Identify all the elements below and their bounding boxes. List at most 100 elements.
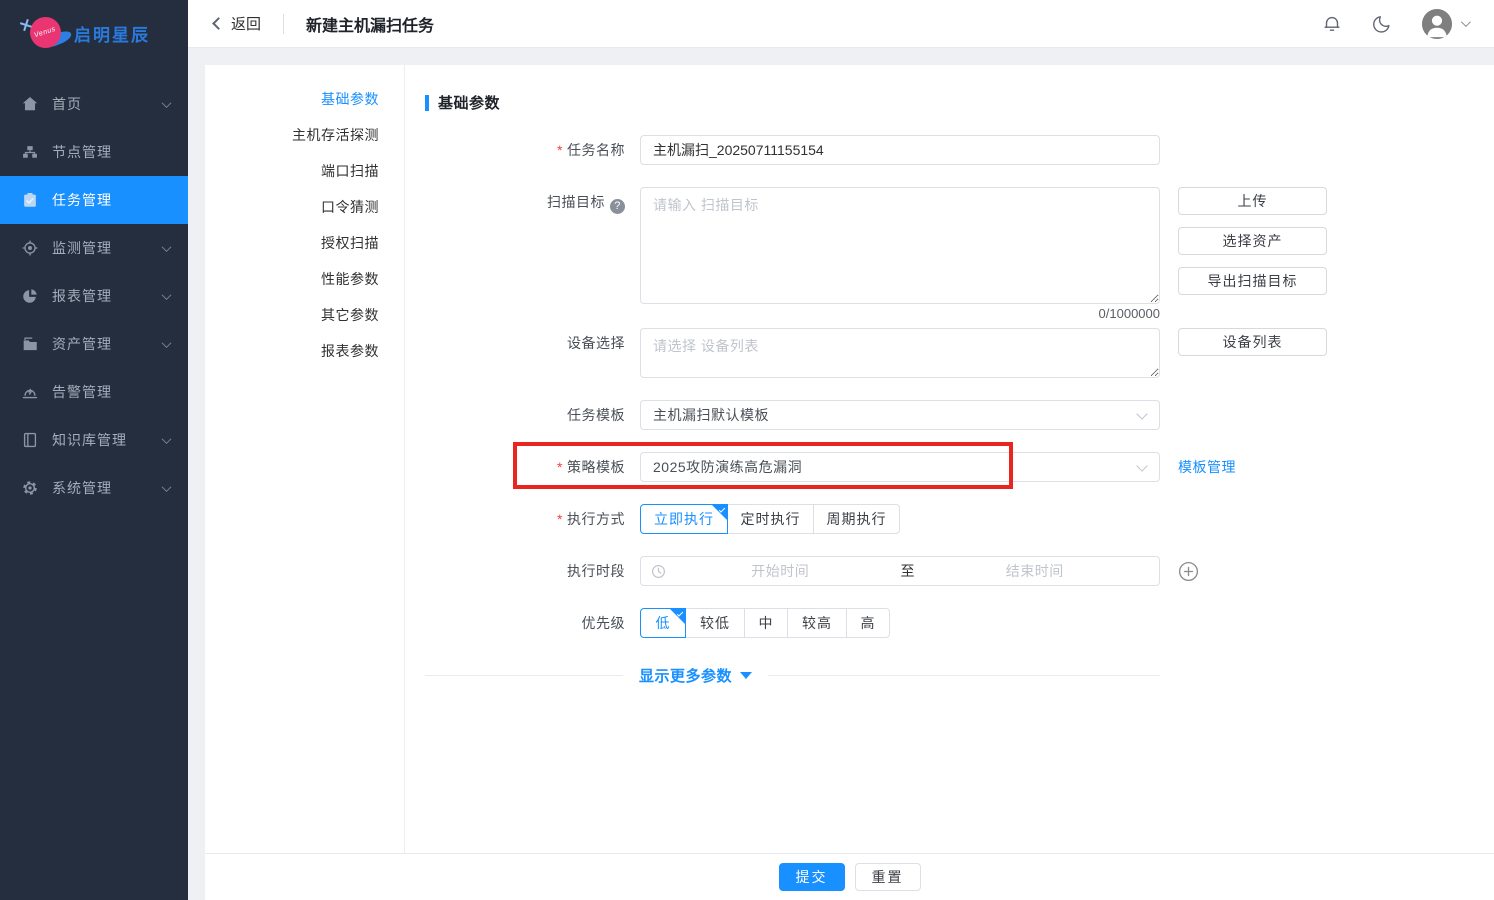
template-manage-link[interactable]: 模板管理 — [1178, 452, 1236, 482]
exec-mode-immediate[interactable]: 立即执行 — [640, 504, 728, 534]
chevron-down-icon — [162, 290, 172, 300]
sidebar-item-label: 监测管理 — [52, 238, 112, 258]
priority-high[interactable]: 高 — [846, 608, 890, 638]
sidebar-item-label: 报表管理 — [52, 286, 112, 306]
sidebar: Venus 启明星辰 首页 节点管理 任务管理 监测管 — [0, 0, 188, 900]
topbar: 返回 新建主机漏扫任务 — [188, 0, 1494, 48]
alarm-icon — [20, 382, 40, 402]
content-panel: 基础参数 主机存活探测 端口扫描 口令猜测 授权扫描 性能参数 其它参数 报表参… — [205, 65, 1494, 900]
chevron-down-icon — [162, 98, 172, 108]
app-root: { "brand": { "logo_text": "启明星辰", "logo_… — [0, 0, 1494, 900]
nodes-icon — [20, 142, 40, 162]
anchor-password-guess[interactable]: 口令猜测 — [205, 189, 404, 225]
priority-low[interactable]: 低 — [640, 608, 686, 638]
anchor-nav: 基础参数 主机存活探测 端口扫描 口令猜测 授权扫描 性能参数 其它参数 报表参… — [205, 65, 405, 853]
task-name-input[interactable] — [640, 135, 1160, 165]
sidebar-item-alerts[interactable]: 告警管理 — [0, 368, 188, 416]
divider-line — [425, 675, 623, 676]
add-period-button[interactable] — [1178, 556, 1199, 586]
row-device-select: 设备选择 设备列表 — [425, 328, 1494, 378]
help-icon[interactable]: ? — [610, 199, 625, 214]
back-label: 返回 — [231, 13, 261, 34]
chevron-down-icon — [1136, 408, 1147, 419]
sidebar-item-label: 节点管理 — [52, 142, 112, 162]
priority-medium[interactable]: 中 — [744, 608, 788, 638]
exec-mode-periodic[interactable]: 周期执行 — [813, 504, 900, 534]
user-menu[interactable] — [1421, 8, 1468, 40]
sidebar-item-reports[interactable]: 报表管理 — [0, 272, 188, 320]
anchor-host-alive[interactable]: 主机存活探测 — [205, 117, 404, 153]
sidebar-item-label: 首页 — [52, 94, 82, 114]
device-select-textarea[interactable] — [640, 328, 1160, 378]
sidebar-item-assets[interactable]: 资产管理 — [0, 320, 188, 368]
show-more-params[interactable]: 显示更多参数 — [425, 665, 1160, 686]
monitor-icon — [20, 238, 40, 258]
field-label-scan-target: 扫描目标? — [425, 187, 625, 217]
device-list-button[interactable]: 设备列表 — [1178, 328, 1327, 356]
reset-button[interactable]: 重置 — [855, 863, 921, 891]
topbar-actions — [1321, 8, 1468, 40]
row-task-template: 任务模板 主机漏扫默认模板 — [425, 400, 1494, 430]
avatar — [1421, 8, 1453, 40]
anchor-report-params[interactable]: 报表参数 — [205, 333, 404, 369]
chevron-down-icon — [162, 482, 172, 492]
sidebar-item-label: 资产管理 — [52, 334, 112, 354]
exec-mode-scheduled[interactable]: 定时执行 — [727, 504, 814, 534]
priority-higher[interactable]: 较高 — [787, 608, 847, 638]
field-label-device-select: 设备选择 — [425, 328, 625, 358]
required-asterisk: * — [557, 459, 563, 475]
scan-target-textarea[interactable] — [640, 187, 1160, 304]
start-time-placeholder[interactable]: 开始时间 — [666, 561, 895, 581]
sidebar-item-knowledge[interactable]: 知识库管理 — [0, 416, 188, 464]
priority-lower[interactable]: 较低 — [685, 608, 745, 638]
field-label-task-template: 任务模板 — [425, 400, 625, 430]
chevron-down-icon — [162, 242, 172, 252]
sidebar-item-home[interactable]: 首页 — [0, 80, 188, 128]
logo-ball: Venus — [30, 17, 61, 48]
form-area: 基础参数 *任务名称 扫描目标? 0/1000000 — [405, 65, 1494, 853]
section-title: 基础参数 — [425, 92, 1494, 113]
caret-down-icon[interactable] — [740, 672, 752, 679]
anchor-port-scan[interactable]: 端口扫描 — [205, 153, 404, 189]
select-asset-button[interactable]: 选择资产 — [1178, 227, 1327, 255]
exec-mode-group: 立即执行 定时执行 周期执行 — [640, 504, 1160, 534]
anchor-auth-scan[interactable]: 授权扫描 — [205, 225, 404, 261]
range-separator: 至 — [895, 561, 921, 581]
anchor-performance[interactable]: 性能参数 — [205, 261, 404, 297]
sidebar-item-system[interactable]: 系统管理 — [0, 464, 188, 512]
end-time-placeholder[interactable]: 结束时间 — [921, 561, 1150, 581]
home-icon — [20, 94, 40, 114]
anchor-other-params[interactable]: 其它参数 — [205, 297, 404, 333]
show-more-label[interactable]: 显示更多参数 — [639, 665, 732, 686]
sidebar-item-nodes[interactable]: 节点管理 — [0, 128, 188, 176]
bell-icon[interactable] — [1321, 13, 1343, 35]
policy-template-select[interactable]: 2025攻防演练高危漏洞 — [640, 452, 1160, 482]
upload-button[interactable]: 上传 — [1178, 187, 1327, 215]
chevron-down-icon — [162, 434, 172, 444]
submit-button[interactable]: 提交 — [779, 863, 845, 891]
field-label-exec-mode: *执行方式 — [425, 504, 625, 534]
sparkle-icon — [20, 19, 32, 31]
export-scan-target-button[interactable]: 导出扫描目标 — [1178, 267, 1327, 295]
sidebar-item-monitor[interactable]: 监测管理 — [0, 224, 188, 272]
chevron-down-icon — [1136, 460, 1147, 471]
sidebar-menu: 首页 节点管理 任务管理 监测管理 报表管理 — [0, 80, 188, 512]
sidebar-item-label: 系统管理 — [52, 478, 112, 498]
sidebar-item-tasks[interactable]: 任务管理 — [0, 176, 188, 224]
back-button[interactable]: 返回 — [214, 13, 261, 34]
row-exec-mode: *执行方式 立即执行 定时执行 周期执行 — [425, 504, 1494, 534]
required-asterisk: * — [557, 142, 563, 158]
clock-icon — [651, 564, 666, 579]
chevron-left-icon — [212, 17, 225, 30]
chevron-down-icon — [162, 338, 172, 348]
row-task-name: *任务名称 — [425, 135, 1494, 165]
moon-icon[interactable] — [1371, 13, 1393, 35]
scan-target-buttons: 上传 选择资产 导出扫描目标 — [1178, 187, 1327, 295]
char-counter: 0/1000000 — [640, 306, 1160, 324]
logo-badge-text: Venus — [34, 26, 57, 39]
sidebar-item-label: 知识库管理 — [52, 430, 127, 450]
anchor-basic-params[interactable]: 基础参数 — [205, 81, 404, 117]
task-template-select[interactable]: 主机漏扫默认模板 — [640, 400, 1160, 430]
time-range-picker[interactable]: 开始时间 至 结束时间 — [640, 556, 1160, 586]
field-label-priority: 优先级 — [425, 608, 625, 638]
